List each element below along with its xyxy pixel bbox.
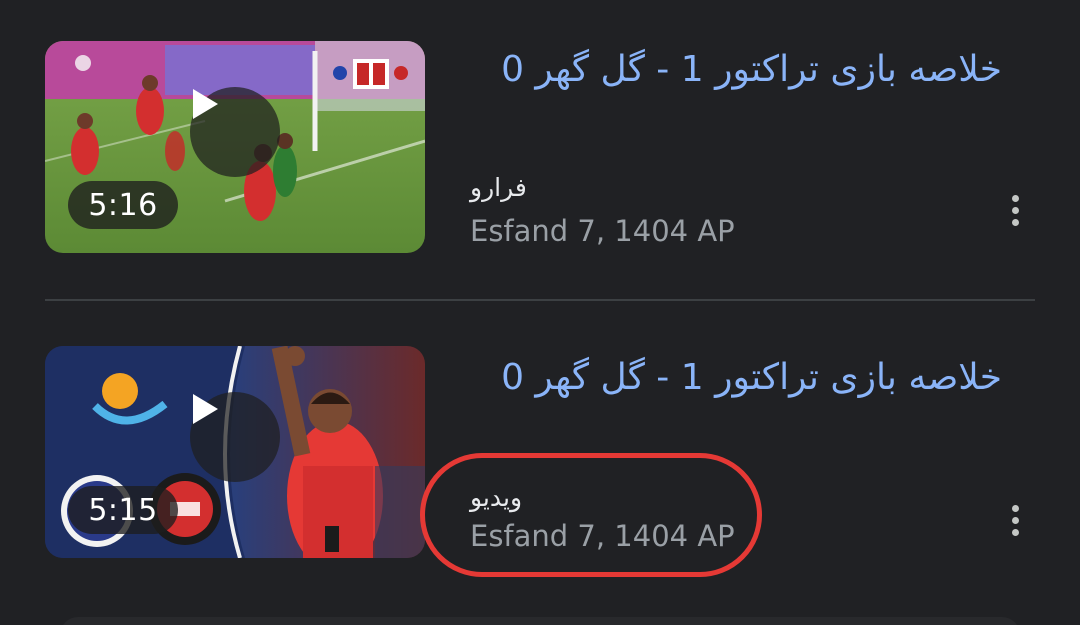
video-source-label: فرارو (470, 173, 527, 202)
next-card-edge (0, 605, 1080, 625)
video-date: Esfand 7, 1404 AP (470, 214, 735, 248)
video-duration-badge: 5:15 (68, 486, 178, 534)
red-annotation-circle (420, 453, 762, 577)
play-icon[interactable] (190, 87, 280, 177)
results-divider (45, 299, 1035, 301)
more-vert-icon[interactable] (1000, 495, 1030, 545)
video-duration-badge: 5:16 (68, 181, 178, 229)
more-vert-icon[interactable] (1000, 185, 1030, 235)
video-source: فرارو (470, 170, 770, 206)
video-title-link[interactable]: خلاصه بازی تراکتور 1 - گل گهر 0 (422, 46, 1002, 94)
search-results-page: 5:16 خلاصه بازی تراکتور 1 - گل گهر 0 فرا… (0, 0, 1080, 625)
video-thumbnail[interactable]: 5:15 (45, 346, 425, 558)
video-thumbnail[interactable]: 5:16 (45, 41, 425, 253)
video-result-1[interactable]: 5:16 خلاصه بازی تراکتور 1 - گل گهر 0 فرا… (0, 0, 1080, 260)
video-title-link[interactable]: خلاصه بازی تراکتور 1 - گل گهر 0 (422, 354, 1002, 402)
play-icon[interactable] (190, 392, 280, 482)
